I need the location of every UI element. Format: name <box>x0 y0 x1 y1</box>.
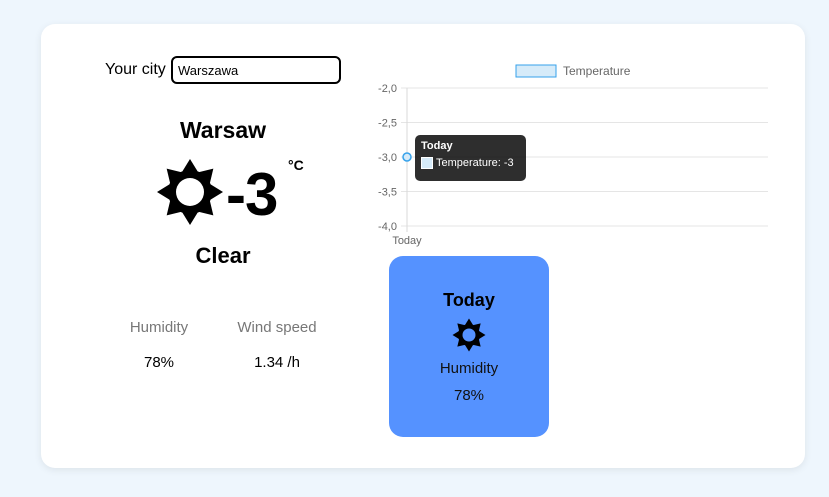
forecast-humidity-value: 78% <box>453 387 485 404</box>
x-tick-label: Today <box>392 235 422 247</box>
sun-icon <box>157 159 223 225</box>
y-tick-label: -3,5 <box>378 187 397 199</box>
y-tick-label: -2,5 <box>378 118 397 130</box>
humidity-value: 78% <box>143 354 175 371</box>
y-tick-label: -4,0 <box>378 221 397 233</box>
wind-speed-label: Wind speed <box>237 319 317 336</box>
legend-swatch <box>515 64 557 78</box>
temperature-value: -3 <box>226 161 278 228</box>
y-tick-label: -2,0 <box>378 83 397 95</box>
tooltip-title: Today <box>421 140 453 152</box>
sun-icon <box>452 318 486 352</box>
data-point <box>402 152 412 162</box>
weather-condition: Clear <box>195 243 251 268</box>
forecast-humidity-label: Humidity <box>439 360 499 377</box>
humidity-label: Humidity <box>129 319 189 336</box>
chart-tooltip: Today Temperature: -3 <box>415 135 526 181</box>
city-name: Warsaw <box>179 117 267 143</box>
wind-speed-value: 1.34 /h <box>254 354 300 371</box>
city-input[interactable] <box>171 56 341 84</box>
city-label: Your city <box>105 61 166 78</box>
tooltip-label: Temperature: -3 <box>436 157 514 169</box>
tooltip-swatch <box>421 157 433 169</box>
forecast-day: Today <box>443 290 495 310</box>
temperature-unit: °C <box>288 157 304 173</box>
legend-label: Temperature <box>563 64 631 78</box>
forecast-card[interactable]: Today Humidity 78% <box>389 256 549 437</box>
y-tick-label: -3,0 <box>378 152 397 164</box>
